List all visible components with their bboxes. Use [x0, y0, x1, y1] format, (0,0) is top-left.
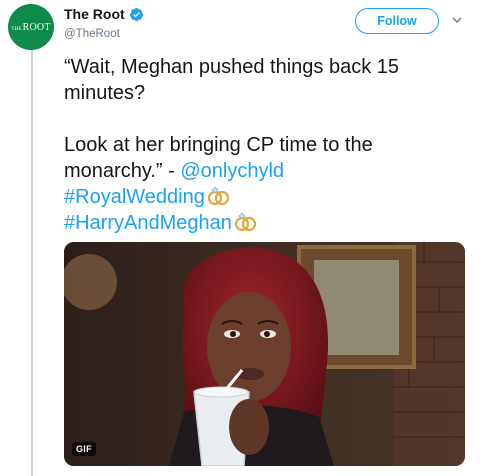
- follow-button[interactable]: Follow: [355, 8, 439, 34]
- verified-badge-icon: [129, 7, 143, 21]
- logo-main-text: ROOT: [22, 21, 51, 33]
- tweet-media-gif[interactable]: GIF: [64, 242, 465, 466]
- author-name-row[interactable]: The Root: [64, 6, 144, 22]
- gif-badge: GIF: [72, 442, 96, 456]
- tweet-text: “Wait, Meghan pushed things back 15 minu…: [64, 54, 474, 236]
- mention-link[interactable]: @onlychyld: [180, 160, 284, 182]
- gif-preview-image: [64, 242, 465, 466]
- hashtag-line-1: #RoyalWedding: [64, 184, 474, 210]
- the-root-logo: THE ROOT: [11, 22, 50, 33]
- tweet-line-1: “Wait, Meghan pushed things back 15 minu…: [64, 56, 400, 104]
- author-display-name[interactable]: The Root: [64, 6, 125, 22]
- thread-connector-line: [31, 46, 33, 476]
- wedding-rings-icon: [207, 186, 229, 206]
- hashtag-royalwedding-link[interactable]: #RoyalWedding: [64, 186, 205, 208]
- hashtag-harryandmeghan-link[interactable]: #HarryAndMeghan: [64, 212, 232, 234]
- author-handle[interactable]: @TheRoot: [64, 28, 120, 40]
- avatar[interactable]: THE ROOT: [8, 4, 54, 50]
- wedding-rings-icon: [234, 212, 256, 232]
- chevron-down-icon[interactable]: [451, 14, 463, 26]
- hashtag-line-2: #HarryAndMeghan: [64, 210, 474, 236]
- logo-small-text: THE: [11, 26, 22, 32]
- tweet-line-2: Look at her bringing CP time to the mona…: [64, 132, 474, 184]
